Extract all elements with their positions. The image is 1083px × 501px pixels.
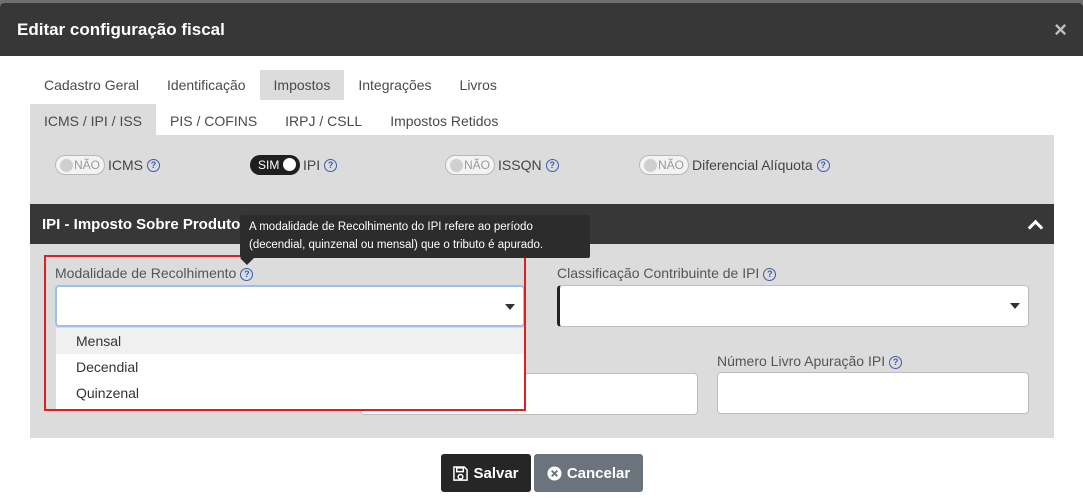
ipi-label: IPI — [303, 157, 321, 173]
classificacao-select[interactable] — [557, 285, 1029, 327]
tooltip-line-2: (decendial, quinzenal ou mensal) que o t… — [249, 239, 544, 251]
toggle-group-issqn: NÃO ISSQN ? — [445, 155, 559, 175]
tab-pis-cofins[interactable]: PIS / COFINS — [156, 104, 271, 138]
numero-livro-label-text: Número Livro Apuração IPI — [717, 353, 886, 369]
issqn-label: ISSQN — [498, 157, 542, 173]
help-icon[interactable]: ? — [889, 355, 903, 369]
modalidade-label: Modalidade de Recolhimento? — [55, 265, 254, 281]
cancel-button[interactable]: Cancelar — [534, 454, 643, 492]
classificacao-label: Classificação Contribuinte de IPI? — [557, 265, 777, 281]
diferencial-aliquota-label: Diferencial Alíquota — [692, 157, 813, 173]
diferencial-aliquota-toggle[interactable]: NÃO — [639, 155, 689, 175]
classificacao-label-text: Classificação Contribuinte de IPI — [557, 265, 760, 281]
help-icon[interactable]: ? — [763, 267, 777, 281]
toggle-row: NÃO ICMS ? SIM IPI ? NÃO ISSQN ? NÃO Dif… — [30, 155, 1054, 175]
option-quinzenal[interactable]: Quinzenal — [56, 380, 524, 406]
close-icon[interactable]: × — [1054, 18, 1067, 41]
toggle-state-label: SIM — [258, 158, 280, 172]
ipi-toggle[interactable]: SIM — [250, 155, 300, 175]
modalidade-dropdown: Mensal Decendial Quinzenal — [56, 328, 524, 409]
sub-tabs: ICMS / IPI / ISS PIS / COFINS IRPJ / CSL… — [30, 104, 512, 138]
modalidade-label-text: Modalidade de Recolhimento — [55, 265, 237, 281]
help-icon[interactable]: ? — [816, 158, 830, 172]
tab-impostos-retidos[interactable]: Impostos Retidos — [376, 104, 512, 138]
icms-toggle[interactable]: NÃO — [55, 155, 105, 175]
tab-irpj-csll[interactable]: IRPJ / CSLL — [271, 104, 376, 138]
tab-livros[interactable]: Livros — [446, 70, 511, 100]
caret-down-icon — [1010, 303, 1020, 309]
help-icon[interactable]: ? — [324, 158, 338, 172]
option-decendial[interactable]: Decendial — [56, 354, 524, 380]
toggle-state-label: NÃO — [73, 158, 100, 172]
toggle-state-label: NÃO — [657, 158, 684, 172]
toggle-group-icms: NÃO ICMS ? — [55, 155, 160, 175]
toggle-knob — [283, 158, 296, 171]
save-icon — [453, 465, 469, 481]
chevron-up-icon[interactable] — [1028, 217, 1042, 231]
cancel-icon — [547, 465, 562, 481]
modalidade-select[interactable] — [55, 285, 525, 327]
section-title: IPI - Imposto Sobre Produtos — [42, 215, 249, 233]
option-mensal[interactable]: Mensal — [56, 328, 524, 354]
help-icon[interactable]: ? — [240, 267, 254, 281]
toggle-knob — [450, 159, 463, 172]
tab-identificacao[interactable]: Identificação — [153, 70, 260, 100]
toggle-knob — [60, 159, 73, 172]
toggle-knob — [644, 159, 657, 172]
tooltip: A modalidade de Recolhimento do IPI refe… — [240, 215, 590, 258]
main-tabs: Cadastro Geral Identificação Impostos In… — [30, 70, 511, 100]
icms-label: ICMS — [108, 157, 143, 173]
help-icon[interactable]: ? — [545, 158, 559, 172]
cancel-label: Cancelar — [566, 464, 631, 482]
numero-livro-input[interactable] — [717, 372, 1029, 414]
tab-icms-ipi-iss[interactable]: ICMS / IPI / ISS — [30, 104, 157, 138]
save-button[interactable]: Salvar — [441, 454, 531, 492]
tab-impostos[interactable]: Impostos — [259, 70, 345, 100]
modal-title: Editar configuração fiscal — [17, 19, 225, 39]
toggle-state-label: NÃO — [463, 158, 490, 172]
tab-integracoes[interactable]: Integrações — [344, 70, 445, 100]
caret-down-icon — [505, 304, 515, 310]
issqn-toggle[interactable]: NÃO — [445, 155, 495, 175]
save-label: Salvar — [473, 464, 519, 482]
help-icon[interactable]: ? — [147, 158, 160, 172]
toggle-group-diferencial: NÃO Diferencial Alíquota ? — [639, 155, 830, 175]
tooltip-line-1: A modalidade de Recolhimento do IPI refe… — [249, 221, 533, 233]
numero-livro-label: Número Livro Apuração IPI? — [717, 353, 903, 369]
tab-cadastro-geral[interactable]: Cadastro Geral — [30, 70, 153, 100]
toggle-group-ipi: SIM IPI ? — [250, 155, 338, 175]
modal-header: Editar configuração fiscal × — [0, 3, 1083, 56]
